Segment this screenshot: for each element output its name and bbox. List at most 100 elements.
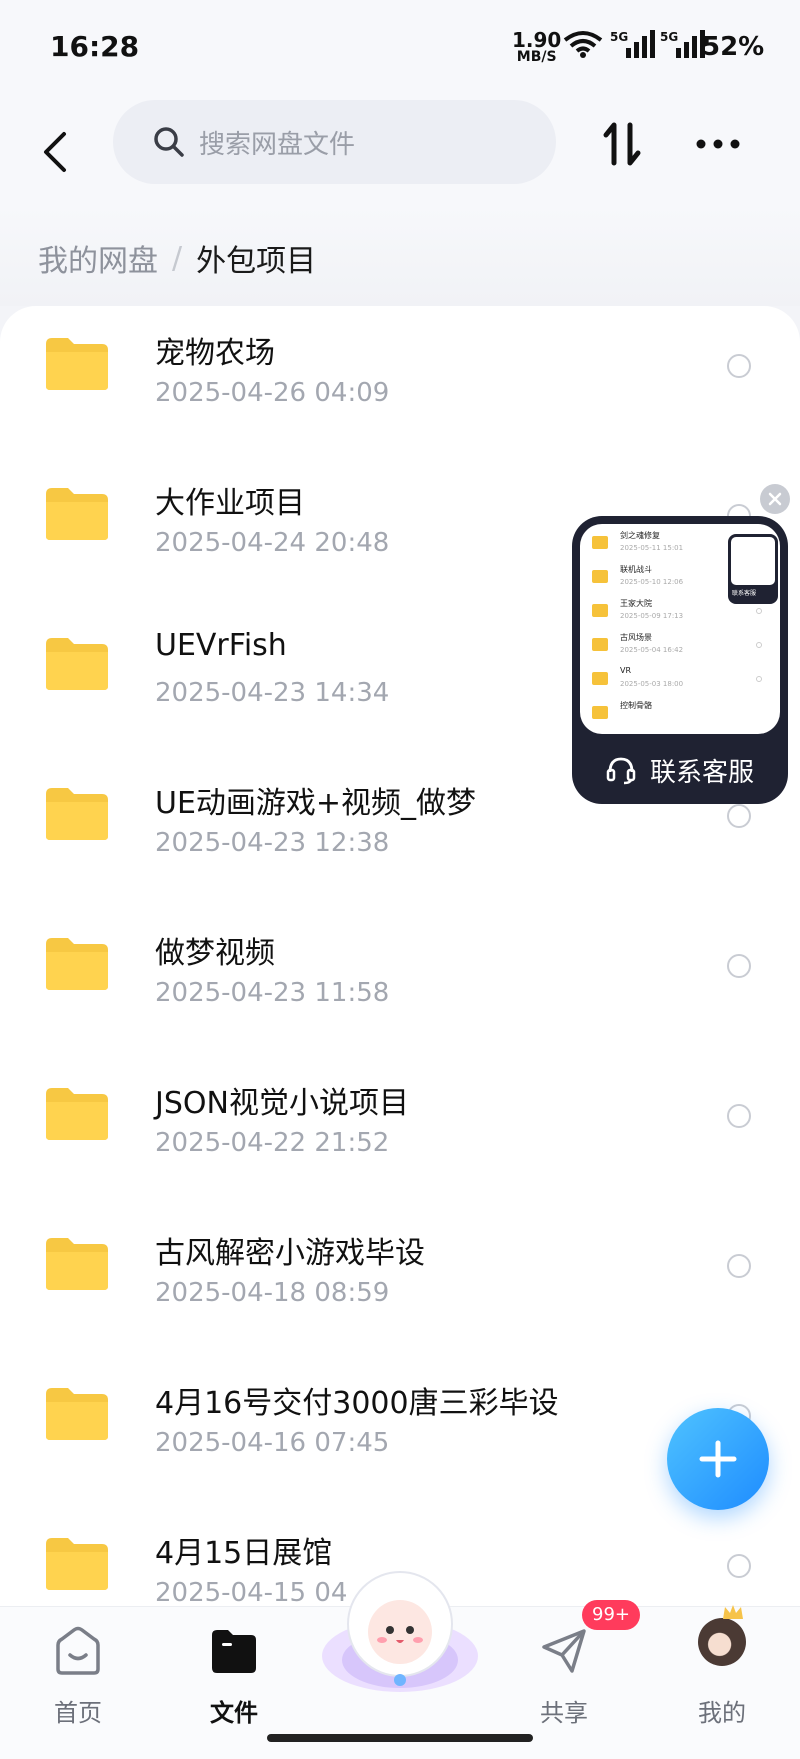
breadcrumb-root[interactable]: 我的网盘: [38, 236, 158, 280]
folder-icon: [46, 488, 108, 540]
more-icon: [696, 139, 740, 149]
file-date: 2025-04-26 04:09: [155, 378, 390, 408]
pip-item-name: 王家大院: [620, 599, 652, 608]
folder-icon: [592, 604, 608, 617]
file-date: 2025-04-18 08:59: [155, 1278, 390, 1308]
headset-icon: [606, 757, 636, 785]
breadcrumb-separator: /: [172, 240, 183, 276]
file-name: 古风解密小游戏毕设: [155, 1236, 425, 1271]
network-speed-value: 1.90: [512, 28, 562, 52]
battery-level: 52%: [702, 32, 765, 62]
file-name: UE动画游戏+视频_做梦: [155, 786, 477, 821]
pip-item-name: 联机战斗: [620, 565, 652, 574]
select-radio[interactable]: [727, 1104, 751, 1128]
tab-home[interactable]: 首页: [18, 1621, 138, 1731]
pip-close-button[interactable]: [760, 484, 790, 514]
tab-files[interactable]: 文件: [174, 1621, 294, 1731]
pip-radio: [756, 608, 762, 614]
sort-button[interactable]: [596, 116, 648, 172]
file-name: 4月15日展馆: [155, 1536, 333, 1571]
pip-item-date: 2025-05-10 12:06: [620, 578, 684, 586]
search-placeholder: 搜索网盘文件: [199, 129, 356, 160]
clock: 16:28: [50, 30, 140, 63]
breadcrumb-current: 外包项目: [196, 244, 317, 279]
pip-item-name: 剑之魂修复: [620, 531, 660, 540]
file-name: JSON视觉小说项目: [155, 1086, 409, 1121]
pip-item-date: 2025-05-09 17:13: [620, 612, 684, 620]
select-radio[interactable]: [727, 954, 751, 978]
more-button[interactable]: [690, 116, 746, 172]
crown-icon: [723, 1605, 743, 1619]
pip-item-name: 控制骨骼: [620, 701, 652, 710]
pip-footer[interactable]: 联系客服: [572, 736, 788, 804]
file-list: 宠物农场 2025-04-26 04:09 大作业项目 2025-04-24 2…: [0, 306, 800, 1606]
folder-icon: [592, 706, 608, 719]
pip-nested-label: 联系客服: [732, 590, 757, 597]
folder-icon: [46, 638, 108, 690]
avatar[interactable]: [698, 1618, 746, 1666]
folder-icon: [46, 1088, 108, 1140]
folder-icon: [46, 1388, 108, 1440]
folder-icon: [592, 638, 608, 651]
folder-icon: [592, 536, 608, 549]
tab-share[interactable]: 共享: [504, 1621, 624, 1731]
pip-preview-screen: 剑之魂修复 2025-05-11 15:01 联机战斗 2025-05-10 1…: [580, 524, 780, 734]
select-radio[interactable]: [727, 1254, 751, 1278]
file-date: 2025-04-16 07:45: [155, 1428, 390, 1458]
file-name: 做梦视频: [155, 936, 275, 971]
back-arrow-icon: [44, 132, 66, 172]
select-radio[interactable]: [727, 354, 751, 378]
share-badge: 99+: [582, 1600, 640, 1630]
pip-list-item: 控制骨骼: [590, 698, 770, 734]
file-name: 4月16号交付3000唐三彩毕设: [155, 1386, 559, 1421]
send-icon: [542, 1629, 586, 1673]
select-radio[interactable]: [727, 804, 751, 828]
home-icon: [56, 1626, 100, 1675]
search-icon: [154, 127, 184, 157]
file-row[interactable]: 古风解密小游戏毕设 2025-04-18 08:59: [0, 1206, 800, 1356]
file-name: UEVrFish: [155, 628, 287, 663]
contact-support-label: 联系客服: [649, 757, 754, 788]
mascot-assistant-button[interactable]: [318, 1560, 482, 1696]
file-row[interactable]: 宠物农场 2025-04-26 04:09: [0, 306, 800, 456]
file-row[interactable]: JSON视觉小说项目 2025-04-22 21:52: [0, 1056, 800, 1206]
pip-nested-preview: 联系客服: [728, 534, 778, 604]
pip-item-date: 2025-05-03 18:00: [620, 680, 684, 688]
folder-icon: [46, 938, 108, 990]
folder-icon: [592, 570, 608, 583]
wifi-icon: [563, 31, 603, 58]
plus-icon: [699, 1440, 737, 1478]
tab-home-label: 首页: [54, 1699, 102, 1727]
tab-profile-label: 我的: [698, 1699, 746, 1727]
pip-list-item: VR 2025-05-03 18:00: [590, 664, 770, 700]
network-speed-unit: MB/S: [516, 49, 557, 65]
network-speed: 1.90 MB/S: [512, 30, 561, 64]
pip-item-name: 古风场景: [620, 633, 652, 642]
sort-icon: [603, 122, 641, 166]
back-button[interactable]: [30, 122, 80, 182]
folder-icon: [46, 338, 108, 390]
home-indicator[interactable]: [267, 1734, 533, 1742]
file-name: 宠物农场: [155, 336, 275, 371]
tab-share-label: 共享: [540, 1699, 588, 1727]
file-date: 2025-04-24 20:48: [155, 528, 390, 558]
folder-icon: [592, 672, 608, 685]
folder-filled-icon: [212, 1630, 256, 1673]
pip-radio: [756, 642, 762, 648]
search-input[interactable]: 搜索网盘文件: [113, 100, 556, 184]
status-bar: 16:28 1.90 MB/S 5G 5G 52%: [0, 0, 800, 96]
top-bar: 搜索网盘文件: [0, 96, 800, 206]
add-button[interactable]: [667, 1408, 769, 1510]
folder-icon: [46, 788, 108, 840]
customer-service-pip[interactable]: 剑之魂修复 2025-05-11 15:01 联机战斗 2025-05-10 1…: [572, 516, 788, 804]
file-row[interactable]: 做梦视频 2025-04-23 11:58: [0, 906, 800, 1056]
pip-item-date: 2025-05-11 15:01: [620, 544, 684, 552]
file-name: 大作业项目: [155, 486, 305, 521]
close-icon: [768, 492, 782, 506]
file-date: 2025-04-23 11:58: [155, 978, 390, 1008]
select-radio[interactable]: [727, 1554, 751, 1578]
pip-radio: [756, 676, 762, 682]
file-date: 2025-04-23 12:38: [155, 828, 390, 858]
file-date: 2025-04-22 21:52: [155, 1128, 390, 1158]
breadcrumb: 我的网盘 / 外包项目: [38, 236, 316, 280]
